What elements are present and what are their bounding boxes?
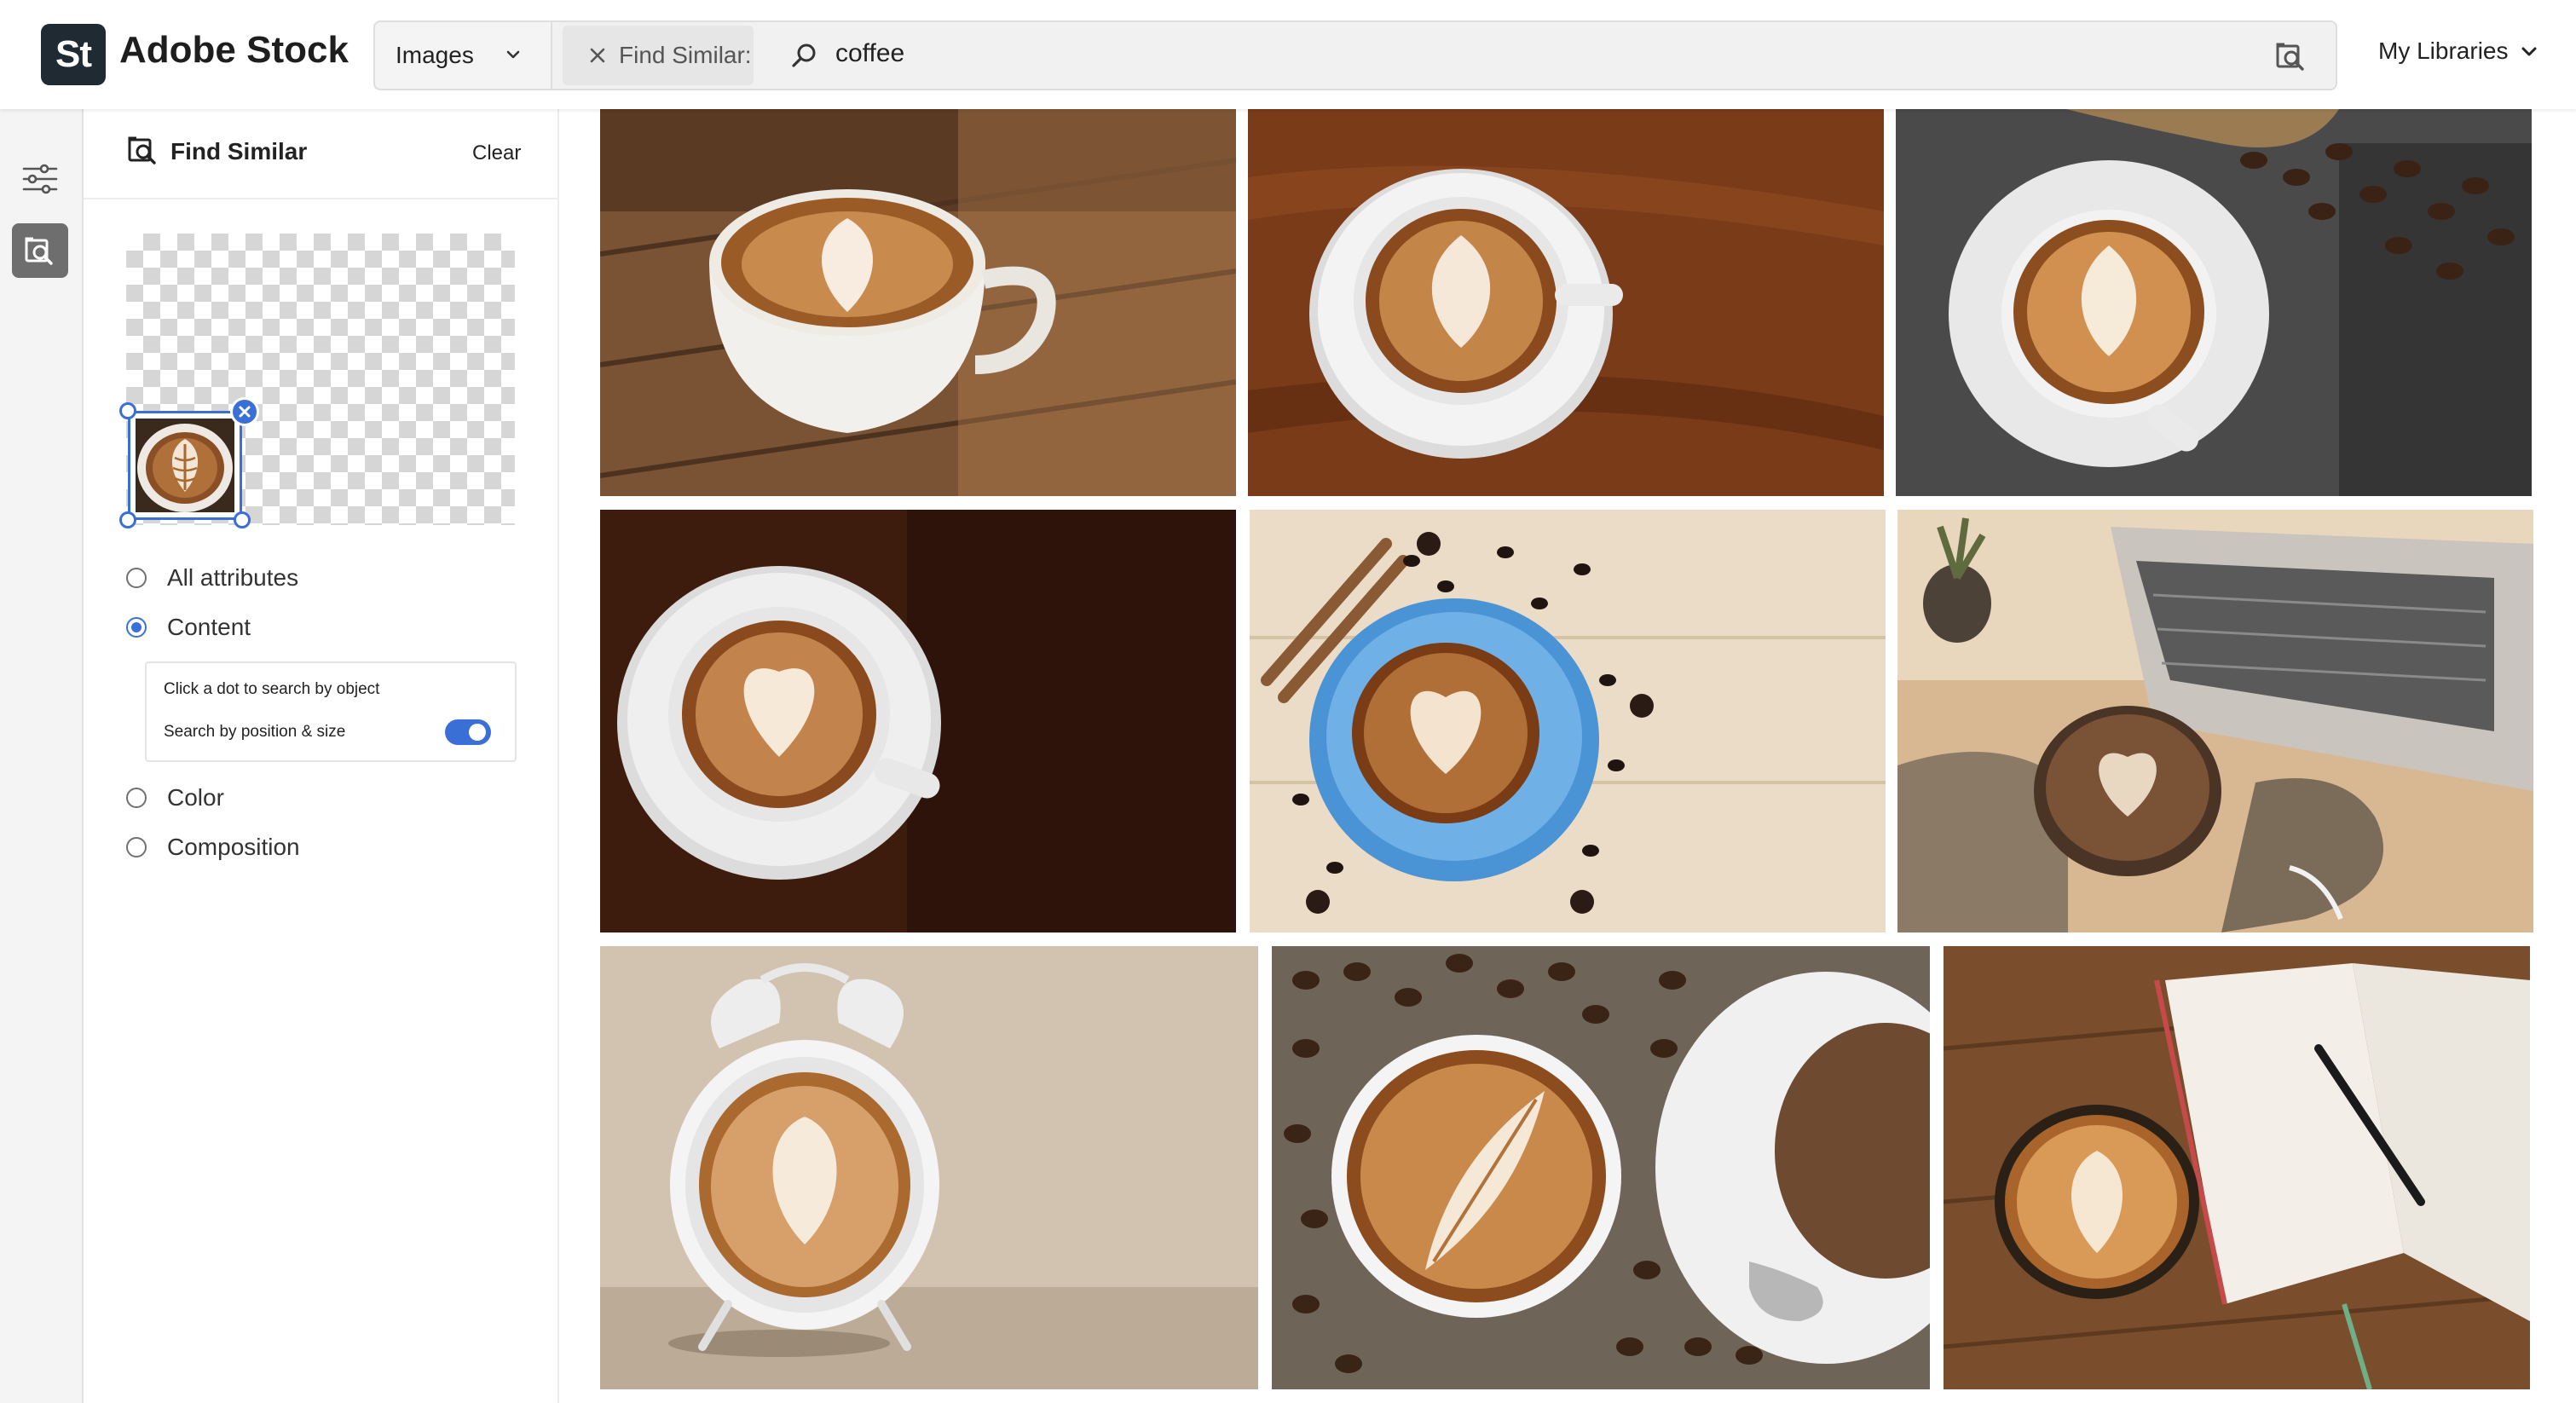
- resize-handle-bottom-left[interactable]: [119, 511, 136, 528]
- radio-composition[interactable]: [126, 837, 147, 857]
- option-label: Content: [167, 614, 251, 640]
- find-similar-rail-button[interactable]: [12, 223, 68, 278]
- option-composition[interactable]: Composition: [126, 834, 300, 861]
- position-size-toggle[interactable]: [445, 719, 491, 745]
- remove-selection-button[interactable]: [230, 397, 259, 426]
- result-image[interactable]: [1248, 109, 1884, 496]
- result-image[interactable]: [1897, 510, 2533, 932]
- left-rail: [0, 109, 84, 1403]
- option-label: Color: [167, 784, 224, 811]
- reference-selection-box[interactable]: [128, 411, 242, 520]
- option-content[interactable]: Content: [126, 614, 251, 641]
- result-image[interactable]: [1896, 109, 2532, 496]
- top-header: St Adobe Stock Images Find Similar: coff…: [0, 0, 2576, 109]
- my-libraries-menu[interactable]: My Libraries: [2378, 38, 2538, 65]
- resize-handle-top-left[interactable]: [119, 402, 136, 419]
- result-image[interactable]: [600, 109, 1236, 496]
- asset-type-dropdown[interactable]: Images: [375, 22, 552, 89]
- reference-thumbnail: [136, 419, 234, 512]
- chevron-down-icon: [506, 50, 520, 59]
- option-all-attributes[interactable]: All attributes: [126, 564, 298, 592]
- option-label: All attributes: [167, 564, 299, 591]
- search-bar: Images Find Similar: coffee: [373, 20, 2337, 90]
- content-options-box: Click a dot to search by object Search b…: [145, 661, 517, 762]
- radio-color[interactable]: [126, 788, 147, 808]
- find-similar-panel: Find Similar Clear All attributes Conten…: [84, 109, 561, 1403]
- clear-button[interactable]: Clear: [472, 141, 521, 165]
- result-image[interactable]: [600, 946, 1258, 1389]
- filters-icon[interactable]: [20, 162, 60, 196]
- result-image[interactable]: [600, 510, 1236, 932]
- close-icon[interactable]: [586, 44, 609, 66]
- result-image[interactable]: [1944, 946, 2530, 1389]
- radio-content[interactable]: [126, 617, 147, 638]
- option-color[interactable]: Color: [126, 784, 224, 811]
- panel-title: Find Similar: [170, 138, 308, 165]
- adobe-stock-logo[interactable]: St: [41, 24, 106, 85]
- visual-search-icon[interactable]: [2274, 41, 2308, 72]
- result-image[interactable]: [1250, 510, 1886, 932]
- result-image[interactable]: [1272, 946, 1930, 1389]
- radio-all-attributes[interactable]: [126, 568, 147, 588]
- brand-name[interactable]: Adobe Stock: [119, 29, 349, 72]
- content-hint: Click a dot to search by object: [164, 680, 380, 698]
- results-gallery: [559, 109, 2576, 1403]
- find-similar-chip[interactable]: Find Similar:: [563, 26, 754, 85]
- position-size-label: Search by position & size: [164, 723, 346, 741]
- panel-header: Find Similar Clear: [84, 109, 557, 199]
- resize-handle-bottom-right[interactable]: [234, 511, 251, 528]
- visual-search-icon: [128, 136, 156, 165]
- find-similar-chip-label: Find Similar:: [619, 42, 752, 68]
- asset-type-label: Images: [396, 42, 474, 68]
- search-icon: [792, 43, 816, 67]
- visual-search-icon: [25, 237, 53, 265]
- my-libraries-label: My Libraries: [2378, 38, 2509, 64]
- close-icon: [239, 406, 251, 418]
- search-input[interactable]: coffee: [835, 39, 904, 68]
- option-label: Composition: [167, 834, 300, 860]
- chevron-down-icon: [2521, 47, 2537, 56]
